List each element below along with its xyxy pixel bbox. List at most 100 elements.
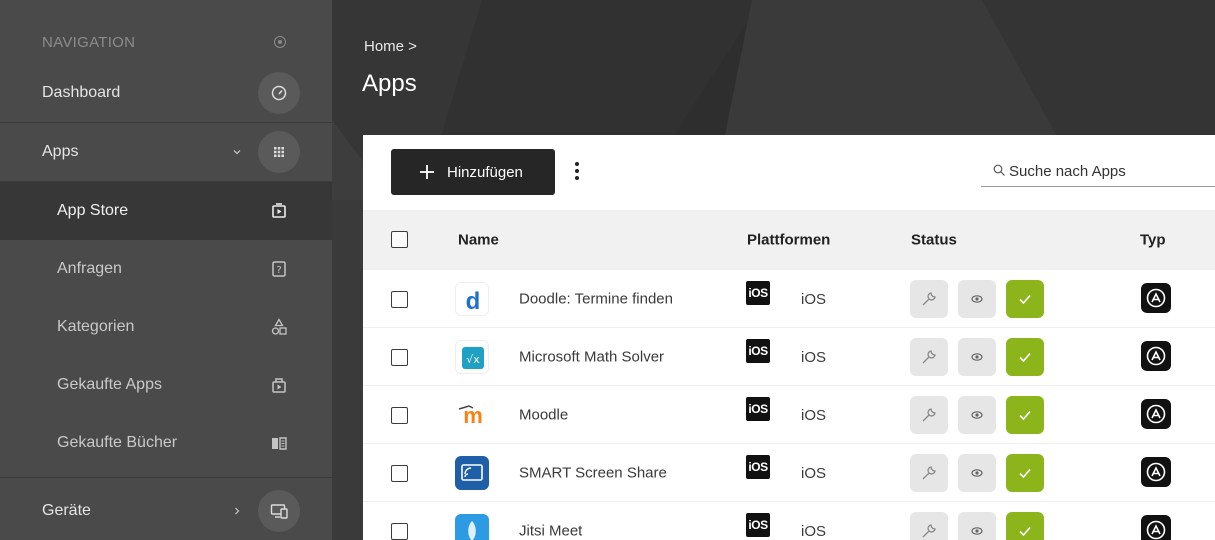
approved-button[interactable] [1006,454,1044,492]
table-row[interactable]: d Doodle: Termine finden iOS iOS [363,270,1215,328]
sidebar-item-anfragen[interactable]: Anfragen ? [0,240,332,298]
add-app-button[interactable]: Hinzufügen [391,149,555,195]
sidebar-item-gekaufte-apps[interactable]: Gekaufte Apps [0,356,332,414]
more-options-icon[interactable] [569,159,585,183]
app-store-type-icon [1141,399,1171,429]
wrench-icon [922,350,936,364]
column-header-name[interactable]: Name [458,232,499,249]
ios-badge: iOS [746,339,770,363]
visibility-button[interactable] [958,512,996,540]
visibility-button[interactable] [958,280,996,318]
ios-badge: iOS [746,455,770,479]
app-name[interactable]: SMART Screen Share [519,464,667,481]
configure-button[interactable] [910,338,948,376]
app-name[interactable]: Doodle: Termine finden [519,290,673,307]
sidebar-item-label: Dashboard [42,84,121,101]
grid-icon [274,147,284,157]
svg-text:?: ? [276,265,281,276]
check-icon [1019,468,1031,479]
page-title: Apps [362,70,417,97]
sidebar: NAVIGATION Dashboard Apps App Store Anfr… [0,0,332,540]
breadcrumb[interactable]: Home > [364,38,417,55]
search-input[interactable] [1009,158,1209,184]
column-header-platforms[interactable]: Plattformen [747,232,830,249]
configure-button[interactable] [910,396,948,434]
search-icon [993,164,1005,176]
app-store-type-icon [1141,457,1171,487]
ios-badge: iOS [746,281,770,305]
book-icon [272,437,287,450]
table-row[interactable]: Jitsi Meet iOS iOS [363,502,1215,540]
check-icon [1019,352,1031,363]
toolbar: Hinzufügen [363,135,1215,210]
sidebar-item-kategorien[interactable]: Kategorien [0,298,332,356]
devices-icon [270,504,288,519]
eye-icon [971,411,983,419]
column-header-status[interactable]: Status [911,232,957,249]
platform-label: iOS [801,349,827,366]
sidebar-item-label: Geräte [42,502,91,519]
row-checkbox[interactable] [391,523,408,540]
wrench-icon [922,292,936,306]
app-name[interactable]: Moodle [519,406,568,423]
visibility-button[interactable] [958,396,996,434]
approved-button[interactable] [1006,280,1044,318]
eye-icon [971,527,983,535]
configure-button[interactable] [910,280,948,318]
screen-share-icon [455,456,489,490]
platform-label: iOS [801,523,827,540]
chevron-right-icon[interactable] [232,506,242,516]
approved-button[interactable] [1006,396,1044,434]
wrench-icon [922,466,936,480]
check-icon [1019,526,1031,537]
svg-text:√x: √x [466,353,480,366]
row-checkbox[interactable] [391,349,408,366]
configure-button[interactable] [910,454,948,492]
sidebar-item-label: App Store [57,202,129,219]
row-checkbox[interactable] [391,465,408,482]
visibility-button[interactable] [958,454,996,492]
sidebar-item-label: Gekaufte Apps [57,376,162,393]
column-header-type[interactable]: Typ [1140,232,1166,249]
pin-icon[interactable] [274,36,286,48]
sidebar-item-gekaufte-buecher[interactable]: Gekaufte Bücher [0,414,332,472]
doodle-icon: d [455,282,489,316]
app-store-type-icon [1141,515,1171,540]
divider [0,477,332,478]
sidebar-item-geraete[interactable]: Geräte [0,482,332,540]
jitsi-icon [455,514,489,540]
table-row[interactable]: √x Microsoft Math Solver iOS iOS [363,328,1215,386]
navigation-header: NAVIGATION [0,0,332,58]
platform-label: iOS [801,407,827,424]
visibility-button[interactable] [958,338,996,376]
table-row[interactable]: m Moodle iOS iOS [363,386,1215,444]
wrench-icon [922,524,936,538]
sidebar-item-app-store[interactable]: App Store [0,182,332,240]
moodle-icon: m [455,398,489,432]
app-name[interactable]: Microsoft Math Solver [519,348,664,365]
row-checkbox[interactable] [391,291,408,308]
sidebar-item-label: Kategorien [57,318,135,335]
table-header: Name Plattformen Status Typ [363,210,1215,270]
platform-label: iOS [801,291,827,308]
app-store-icon [272,203,286,218]
approved-button[interactable] [1006,512,1044,540]
app-store-type-icon [1141,283,1171,313]
chevron-down-icon[interactable] [232,147,242,157]
dashboard-gauge-icon [271,85,287,101]
app-name[interactable]: Jitsi Meet [519,522,582,539]
app-store-type-icon [1141,341,1171,371]
eye-icon [971,469,983,477]
approved-button[interactable] [1006,338,1044,376]
ios-badge: iOS [746,513,770,537]
eye-icon [971,295,983,303]
apps-card: Hinzufügen Name Plattformen Status Typ d… [363,135,1215,540]
row-checkbox[interactable] [391,407,408,424]
sidebar-item-dashboard[interactable]: Dashboard [0,64,332,122]
table-row[interactable]: SMART Screen Share iOS iOS [363,444,1215,502]
sidebar-item-apps[interactable]: Apps [0,123,332,181]
configure-button[interactable] [910,512,948,540]
eye-icon [971,353,983,361]
select-all-checkbox[interactable] [391,231,408,248]
sidebar-item-label: Gekaufte Bücher [57,434,178,451]
